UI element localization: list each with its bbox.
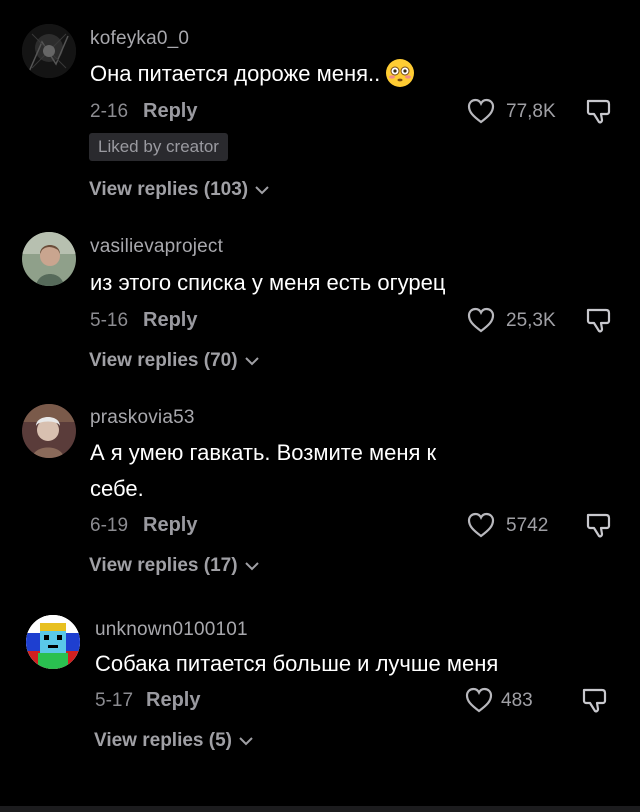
- comment-text-content: Она питается дороже меня..: [90, 61, 381, 86]
- view-replies-button[interactable]: View replies (5): [94, 730, 254, 752]
- comment-date: 5-16: [90, 310, 129, 331]
- reply-button[interactable]: Reply: [143, 514, 197, 537]
- like-count: 25,3K: [506, 310, 556, 331]
- heart-icon[interactable]: [464, 686, 494, 714]
- chevron-down-icon: [244, 562, 259, 571]
- dislike-icon[interactable]: [584, 305, 614, 335]
- view-replies-button[interactable]: View replies (70): [89, 350, 260, 372]
- view-replies-label: View replies (70): [89, 350, 238, 371]
- comment-text: Она питается дороже меня..: [90, 56, 530, 92]
- like-count: 483: [501, 690, 533, 711]
- username[interactable]: praskovia53: [90, 407, 195, 429]
- comment-text-line: А я умею гавкать. Возмите меня к: [90, 440, 437, 465]
- liked-by-creator-badge: Liked by creator: [89, 133, 228, 161]
- like-count: 5742: [506, 515, 549, 536]
- view-replies-button[interactable]: View replies (103): [89, 179, 270, 201]
- view-replies-label: View replies (103): [89, 179, 249, 200]
- username[interactable]: vasilievaproject: [90, 236, 223, 258]
- comment-text: Собака питается больше и лучше меня: [95, 651, 499, 676]
- view-replies-label: View replies (17): [89, 555, 238, 576]
- dislike-icon[interactable]: [584, 510, 614, 540]
- comment-date: 2-16: [90, 101, 129, 122]
- username[interactable]: unknown0100101: [95, 619, 248, 641]
- dislike-icon[interactable]: [580, 685, 610, 715]
- view-replies-button[interactable]: View replies (17): [89, 555, 260, 577]
- heart-icon[interactable]: [466, 511, 496, 539]
- comment-text: из этого списка у меня есть огурец: [90, 270, 446, 295]
- comment-date: 5-17: [95, 690, 134, 711]
- comment-text: А я умею гавкать. Возмите меня к себе.: [90, 435, 530, 507]
- dislike-icon[interactable]: [584, 96, 614, 126]
- heart-icon[interactable]: [466, 306, 496, 334]
- avatar[interactable]: [26, 615, 80, 669]
- like-count: 77,8K: [506, 101, 556, 122]
- avatar[interactable]: [22, 232, 76, 286]
- reply-button[interactable]: Reply: [146, 689, 200, 712]
- chevron-down-icon: [244, 357, 259, 366]
- avatar[interactable]: [22, 24, 76, 78]
- avatar[interactable]: [22, 404, 76, 458]
- view-replies-label: View replies (5): [94, 730, 232, 751]
- bottom-divider: [0, 806, 640, 812]
- chevron-down-icon: [239, 737, 253, 746]
- comment-date: 6-19: [90, 515, 129, 536]
- flushed-face-icon: [386, 59, 415, 87]
- chevron-down-icon: [255, 186, 269, 195]
- username[interactable]: kofeyka0_0: [90, 28, 189, 50]
- heart-icon[interactable]: [466, 97, 496, 125]
- reply-button[interactable]: Reply: [143, 309, 197, 332]
- comment-text-line: себе.: [90, 476, 144, 501]
- reply-button[interactable]: Reply: [143, 100, 197, 123]
